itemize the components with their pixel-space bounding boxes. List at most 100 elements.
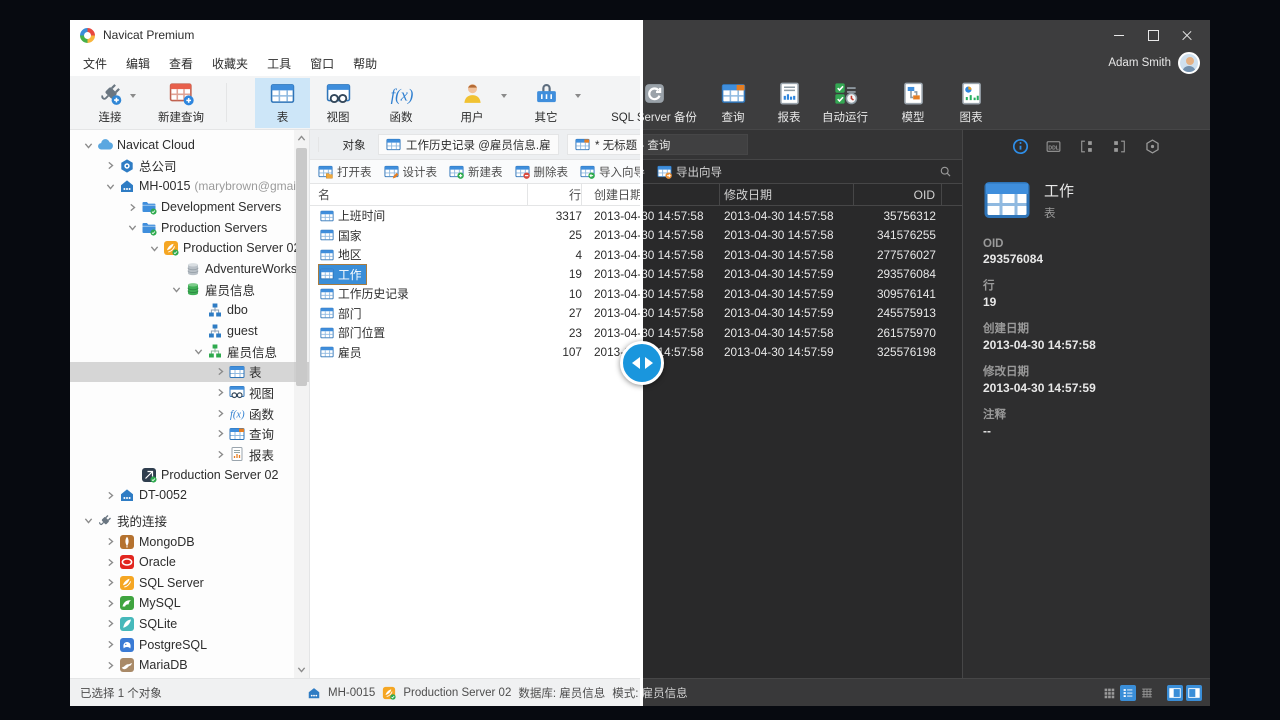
column-name[interactable]: 名: [310, 184, 528, 205]
tree-item-production-server-02[interactable]: Production Server 02: [70, 238, 309, 259]
menu-tools[interactable]: 工具: [267, 55, 291, 72]
status-connection: MH-0015: [328, 687, 375, 699]
charts-button[interactable]: 图表: [948, 78, 994, 128]
mysql-icon: [119, 595, 135, 611]
table-icon: [320, 326, 334, 340]
grid-view-icon[interactable]: [1101, 685, 1117, 701]
menu-window[interactable]: 窗口: [310, 55, 334, 72]
list-view-icon[interactable]: [1120, 685, 1136, 701]
delete-table-button[interactable]: 删除表: [509, 164, 575, 180]
member-of-tab-icon[interactable]: [1144, 138, 1161, 155]
tree-item-dt-0052[interactable]: DT-0052: [70, 485, 309, 506]
scroll-up-icon[interactable]: [297, 134, 306, 143]
export-wizard-button[interactable]: 导出向导: [651, 164, 728, 180]
user-icon: [460, 81, 485, 106]
tab-objects[interactable]: 对象: [330, 134, 378, 155]
tree-item-mongodb[interactable]: MongoDB: [70, 531, 309, 552]
table-icon: [320, 306, 334, 320]
chevron-right-icon: [216, 409, 225, 418]
tree-item-production-servers[interactable]: Production Servers: [70, 217, 309, 238]
scrollbar-thumb[interactable]: [296, 148, 307, 386]
query-button[interactable]: 查询: [710, 78, 756, 128]
chevron-down-icon: [106, 182, 115, 191]
tree-item-functions[interactable]: 函数: [70, 403, 309, 424]
user-button[interactable]: 用户: [435, 78, 509, 128]
mariadb-icon: [119, 657, 135, 673]
menu-file[interactable]: 文件: [83, 55, 107, 72]
tree-item-mysql[interactable]: MySQL: [70, 593, 309, 614]
tree-item-guest[interactable]: guest: [70, 320, 309, 341]
maximize-button[interactable]: [1136, 20, 1170, 50]
tree-item-head-office[interactable]: 总公司: [70, 156, 309, 177]
tree-item-adventureworks[interactable]: AdventureWorks: [70, 259, 309, 280]
tree-item-reports[interactable]: 报表: [70, 444, 309, 465]
menu-edit[interactable]: 编辑: [126, 55, 150, 72]
tree-item-development-servers[interactable]: Development Servers: [70, 197, 309, 218]
search-icon[interactable]: [939, 165, 952, 178]
report-icon: [777, 81, 802, 106]
dependents-tab-icon[interactable]: [1111, 138, 1128, 155]
theme-compare-slider[interactable]: [620, 341, 664, 385]
new-query-icon: [169, 81, 194, 106]
tree-item-navicat-cloud[interactable]: Navicat Cloud: [70, 135, 309, 156]
user-account[interactable]: Adam Smith: [1108, 50, 1200, 76]
chevron-right-icon: [106, 640, 115, 649]
tree-item-my-connections[interactable]: 我的连接: [70, 511, 309, 532]
report-button[interactable]: 报表: [766, 78, 812, 128]
tree-item-tables[interactable]: 表: [70, 362, 309, 383]
info-field-created: 创建日期2013-04-30 14:57:58: [983, 320, 1210, 352]
left-panel-toggle-icon[interactable]: [1167, 685, 1183, 701]
others-button[interactable]: 其它: [509, 78, 583, 128]
right-panel-toggle-icon[interactable]: [1186, 685, 1202, 701]
oracle-icon: [119, 554, 135, 570]
object-summary: 工作 表: [983, 176, 1210, 224]
tab-table-job-history[interactable]: 工作历史记录 @雇员信息.雇...: [378, 134, 559, 155]
tree-item-oracle[interactable]: Oracle: [70, 552, 309, 573]
open-table-button[interactable]: 打开表: [312, 164, 378, 180]
tree-item-employee-info-db[interactable]: 雇员信息: [70, 279, 309, 300]
model-button[interactable]: 模型: [890, 78, 936, 128]
sidebar-scrollbar[interactable]: [294, 130, 309, 678]
slider-right-arrow-icon: [645, 357, 653, 369]
minimize-button[interactable]: [1102, 20, 1136, 50]
design-table-button[interactable]: 设计表: [378, 164, 444, 180]
tree-item-views[interactable]: 视图: [70, 382, 309, 403]
tree-item-mh-0015[interactable]: MH-0015(marybrown@gmai: [70, 176, 309, 197]
menu-help[interactable]: 帮助: [353, 55, 377, 72]
view-button[interactable]: 视图: [310, 78, 366, 128]
chevron-right-icon: [106, 558, 115, 567]
table-icon: [320, 267, 334, 281]
info-tab-icon[interactable]: [1012, 138, 1029, 155]
ddl-tab-icon[interactable]: [1045, 138, 1062, 155]
table-button[interactable]: 表: [255, 78, 310, 128]
detail-view-icon[interactable]: [1139, 685, 1155, 701]
column-modified[interactable]: 修改日期: [720, 184, 854, 205]
new-query-button[interactable]: 新建查询: [145, 78, 217, 128]
tree-item-production-server-02-alt[interactable]: Production Server 02: [70, 465, 309, 486]
tree-item-dbo[interactable]: dbo: [70, 300, 309, 321]
automation-button[interactable]: 自动运行: [812, 78, 878, 128]
queries-icon: [229, 426, 245, 442]
chevron-down-icon: [128, 223, 137, 232]
column-oid[interactable]: OID: [854, 184, 942, 205]
views-icon: [229, 384, 245, 400]
column-rows[interactable]: 行: [528, 184, 582, 205]
table-icon: [320, 209, 334, 223]
export-wizard-icon: [657, 164, 672, 179]
tree-item-mariadb[interactable]: MariaDB: [70, 655, 309, 676]
depends-on-tab-icon[interactable]: [1078, 138, 1095, 155]
function-button[interactable]: 函数: [373, 78, 429, 128]
menu-view[interactable]: 查看: [169, 55, 193, 72]
new-table-button[interactable]: 新建表: [443, 164, 509, 180]
menu-favorites[interactable]: 收藏夹: [212, 55, 248, 72]
scroll-down-icon[interactable]: [297, 665, 306, 674]
tables-icon: [229, 364, 245, 380]
tree-item-employee-info-schema[interactable]: 雇员信息: [70, 341, 309, 362]
tree-item-queries[interactable]: 查询: [70, 423, 309, 444]
connection-button[interactable]: 连接: [82, 78, 138, 128]
tree-item-sqlite[interactable]: SQLite: [70, 614, 309, 635]
tree-item-sql-server[interactable]: SQL Server: [70, 572, 309, 593]
database-icon: [185, 261, 201, 277]
close-button[interactable]: [1170, 20, 1204, 50]
tree-item-postgresql[interactable]: PostgreSQL: [70, 634, 309, 655]
